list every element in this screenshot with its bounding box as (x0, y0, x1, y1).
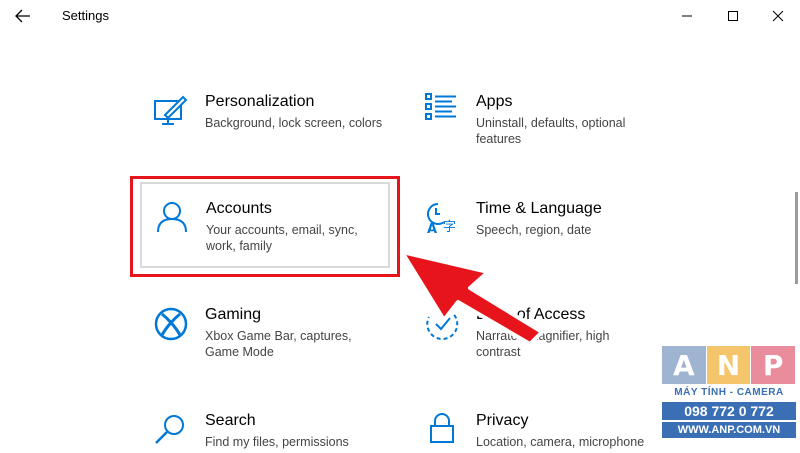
tile-description: Xbox Game Bar, captures, Game Mode (205, 329, 352, 359)
back-arrow-icon (15, 9, 30, 23)
xbox-icon (153, 306, 189, 342)
scrollbar[interactable] (795, 192, 798, 284)
tile-name: Personalization (205, 93, 315, 110)
pointer-arrow (400, 250, 544, 346)
tile-description: Uninstall, defaults, optional features (476, 116, 626, 146)
watermark-subtitle: MÁY TÍNH - CAMERA (674, 387, 784, 398)
minimize-button[interactable] (675, 4, 699, 28)
search-icon (153, 412, 189, 448)
tile-description: Background, lock screen, colors (205, 116, 383, 130)
watermark-letter: A (662, 346, 706, 384)
window-title: Settings (62, 8, 109, 23)
time-language-icon: A 字 (424, 200, 460, 237)
title-bar: Settings (0, 0, 800, 32)
close-icon (772, 10, 784, 22)
lock-icon (424, 412, 460, 448)
personalization-icon (153, 93, 189, 129)
watermark-phone: 098 772 0 772 (662, 402, 796, 420)
maximize-icon (728, 11, 738, 21)
tile-name: Search (205, 412, 256, 429)
tile-description: Speech, region, date (476, 223, 592, 237)
watermark-letter: N (706, 346, 751, 384)
minimize-icon (682, 15, 692, 17)
highlight-box (130, 176, 400, 277)
tile-name: Time & Language (476, 200, 602, 217)
anp-watermark: A N P MÁY TÍNH - CAMERA 098 772 0 772 WW… (660, 346, 798, 446)
tile-name: Privacy (476, 412, 529, 429)
tile-name: Gaming (205, 306, 262, 323)
close-button[interactable] (766, 4, 790, 28)
maximize-button[interactable] (721, 4, 745, 28)
watermark-letter: P (751, 346, 796, 384)
svg-text:字: 字 (443, 220, 456, 235)
back-button[interactable] (12, 6, 36, 26)
watermark-logo: A N P (662, 346, 796, 384)
apps-list-icon (424, 93, 460, 129)
svg-text:A: A (427, 222, 437, 236)
tile-description: Find my files, permissions (205, 435, 349, 449)
tile-description: Location, camera, microphone (476, 435, 645, 449)
tile-name: Apps (476, 93, 513, 110)
watermark-url: WWW.ANP.COM.VN (662, 422, 796, 438)
